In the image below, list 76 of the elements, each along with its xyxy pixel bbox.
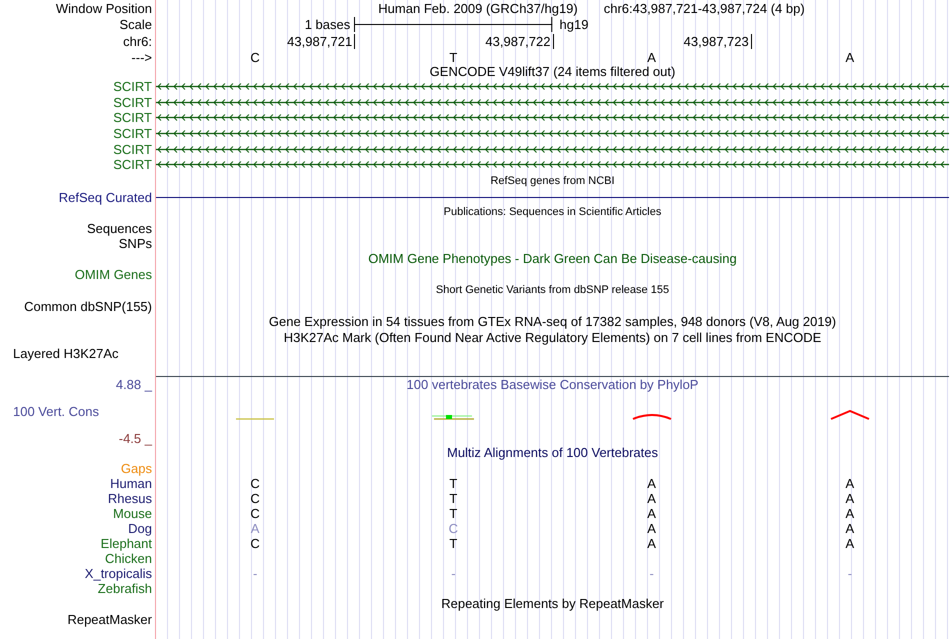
track-label[interactable]: SCIRT <box>113 79 152 94</box>
track-title: Gene Expression in 54 tissues from GTEx RNA-seq of 17382 samples, 948 donors (V8, Aug 2019) <box>268 314 836 330</box>
track-label[interactable]: SCIRT <box>113 142 152 157</box>
track-label[interactable]: OMIM Genes <box>74 266 152 282</box>
track-label[interactable]: SCIRT <box>113 94 152 110</box>
aligned-base: T <box>449 492 458 505</box>
scale-text: 1 bases <box>304 16 352 32</box>
aligned-base: A <box>647 536 656 550</box>
track-label[interactable]: Common dbSNP(155) <box>24 298 152 314</box>
ruler-tick-label: 43,987,722 <box>485 34 554 48</box>
conservation-peak-drawing <box>830 410 870 420</box>
aligned-base: T <box>449 506 458 520</box>
aligned-base: A <box>846 476 854 490</box>
aligned-base: A <box>846 506 854 520</box>
track-label[interactable]: SCIRT <box>113 110 152 126</box>
aligned-base: A <box>647 506 656 520</box>
track-label[interactable]: Sequences <box>86 220 152 236</box>
base-letter: C <box>250 51 260 64</box>
aligned-base: A <box>647 522 656 535</box>
track-title: OMIM Gene Phenotypes - Dark Green Can Be Disease-causing <box>368 251 737 266</box>
aligned-base: C <box>250 476 260 490</box>
track-title: GENCODE V49lift37 (24 items filtered out) <box>430 64 676 78</box>
track-label[interactable]: 4.88 _ <box>116 377 152 392</box>
track-title: RefSeq genes from NCBI <box>490 174 615 189</box>
aligned-base: A <box>647 492 656 505</box>
track-label[interactable]: X_tropicalis <box>84 566 152 581</box>
track-label[interactable]: Mouse <box>112 506 152 521</box>
track-label[interactable]: ---> <box>131 50 152 65</box>
track-label[interactable]: SNPs <box>118 236 152 251</box>
track-label[interactable]: RepeatMasker <box>67 612 152 627</box>
track-label[interactable]: Zebrafish <box>98 580 152 596</box>
conservation-peak-drawing <box>632 414 672 420</box>
base-letter: A <box>647 51 656 64</box>
position-text: Human Feb. 2009 (GRCh37/hg19) <box>378 0 578 16</box>
track-label[interactable]: Chicken <box>105 550 152 566</box>
track-label[interactable]: Elephant <box>100 536 152 551</box>
aligned-base: C <box>250 506 260 520</box>
aligned-base: T <box>449 476 458 490</box>
track-label[interactable]: RefSeq Curated <box>58 190 152 205</box>
track-title: H3K27Ac Mark (Often Found Near Active Regulatory Elements) on 7 cell lines from ENCODE <box>284 330 822 346</box>
track-label[interactable]: SCIRT <box>113 157 152 172</box>
track-label[interactable]: chr6: <box>123 34 152 48</box>
track-label[interactable]: Layered H3K27Ac <box>13 346 119 361</box>
aligned-base: C <box>250 492 260 505</box>
aligned-base: A <box>846 492 854 505</box>
aligned-base: A <box>250 522 260 535</box>
track-title: Short Genetic Variants from dbSNP release 155 <box>436 282 670 298</box>
aligned-base: T <box>449 536 458 550</box>
track-title: 100 vertebrates Basewise Conservation by PhyloP <box>406 377 698 392</box>
aligned-base: A <box>846 536 854 550</box>
aligned-base: C <box>448 522 458 535</box>
assembly-text: hg19 <box>558 16 588 32</box>
track-label[interactable]: 100 Vert. Cons <box>13 404 99 420</box>
track-label[interactable]: -4.5 _ <box>118 430 152 446</box>
base-letter: A <box>846 51 854 64</box>
track-label[interactable]: Rhesus <box>108 490 152 506</box>
track-label[interactable]: SCIRT <box>113 126 152 142</box>
position-text: chr6:43,987,721-43,987,724 (4 bp) <box>604 0 805 16</box>
track-label[interactable]: Dog <box>128 520 152 536</box>
aligned-base: - <box>649 566 654 580</box>
track-title: Repeating Elements by RepeatMasker <box>441 596 664 612</box>
aligned-base: - <box>451 566 456 580</box>
track-title: Publications: Sequences in Scientific Articles <box>444 204 662 220</box>
ruler-tick-label: 43,987,723 <box>684 34 752 48</box>
track-label[interactable]: Scale <box>119 16 152 32</box>
track-label[interactable]: Window Position <box>56 0 152 16</box>
aligned-base: - <box>252 566 258 580</box>
track-title: Multiz Alignments of 100 Vertebrates <box>446 445 658 460</box>
aligned-base: - <box>848 566 852 580</box>
aligned-base: C <box>250 536 260 550</box>
ruler-tick-label: 43,987,721 <box>287 34 356 48</box>
track-label[interactable]: Human <box>110 476 152 491</box>
base-letter: T <box>449 51 458 64</box>
aligned-base: A <box>647 476 656 490</box>
conservation-bar-drawing <box>432 414 474 420</box>
aligned-base: A <box>846 522 854 535</box>
